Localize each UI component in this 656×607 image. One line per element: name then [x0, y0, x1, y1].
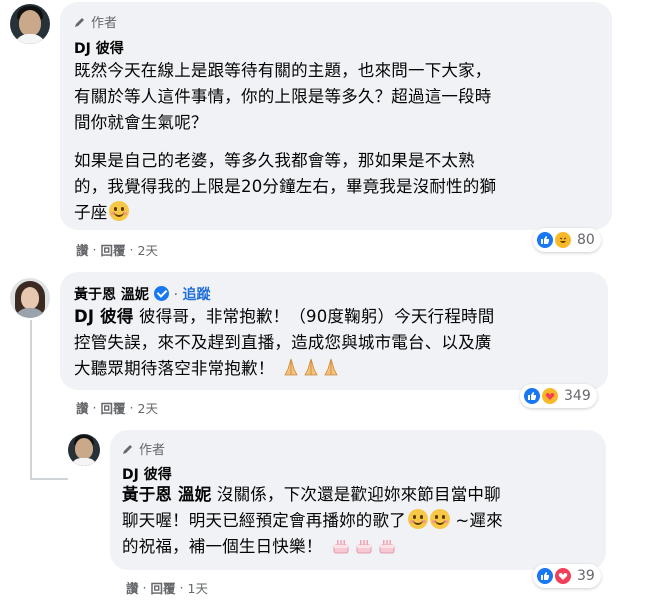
- reaction-count: 80: [577, 232, 595, 248]
- comment-bubble: 作者 DJ 彼得 黃于恩 溫妮 沒關係，下次還是歡迎妳來節目當中聊 聊天喔！明天…: [110, 430, 606, 570]
- comment-actions: 讚 · 回覆 · 1天: [126, 578, 208, 597]
- reaction-count: 39: [577, 568, 595, 584]
- grin-emoji-icon: [109, 201, 130, 221]
- cake-icon: [333, 540, 349, 554]
- comment-text: 既然今天在線上是跟等待有關的主題，也來問一下大家， 有關於等人這件事情，你的上限…: [74, 58, 604, 226]
- comment-actions: 讚 · 回覆 · 2天: [76, 240, 158, 259]
- comment-1: 作者 DJ 彼得 既然今天在線上是跟等待有關的主題，也來問一下大家， 有關於等人…: [0, 0, 656, 262]
- haha-icon: [553, 230, 573, 250]
- reaction-summary[interactable]: 349: [520, 384, 597, 408]
- comment-3-reply: 作者 DJ 彼得 黃于恩 溫妮 沒關係，下次還是歡迎妳來節目當中聊 聊天喔！明天…: [0, 428, 656, 607]
- mention-tag[interactable]: DJ 彼得: [74, 307, 134, 326]
- separator: ·: [129, 400, 134, 415]
- author-badge: 作者: [74, 12, 117, 31]
- pencil-icon: [123, 444, 132, 454]
- comment-line-last: 子座: [74, 200, 604, 226]
- reply-button[interactable]: 回覆: [151, 578, 176, 597]
- separator: ·: [142, 580, 147, 595]
- comment-line: 有關於等人這件事情，你的上限是等多久？超過這一段時: [74, 87, 492, 106]
- comment-line: 既然今天在線上是跟等待有關的主題，也來問一下大家，: [74, 61, 492, 80]
- author-badge-label: 作者: [91, 16, 118, 31]
- comment-text: 黃于恩 溫妮 沒關係，下次還是歡迎妳來節目當中聊 聊天喔！明天已經預定會再播妳的…: [122, 485, 503, 556]
- love-icon: [553, 566, 573, 586]
- commenter-name[interactable]: DJ 彼得: [74, 38, 124, 58]
- grin-emoji-icon: [429, 509, 450, 529]
- avatar-dj-peter[interactable]: [10, 4, 50, 44]
- timestamp[interactable]: 1天: [188, 578, 208, 597]
- like-button[interactable]: 讚: [126, 578, 139, 597]
- cake-icon: [379, 540, 395, 554]
- comment-line: 控管失誤，來不及趕到直播，造成您與城市電台、以及廣: [74, 333, 492, 352]
- avatar-winnie[interactable]: [10, 278, 50, 318]
- comment-line: 間你就會生氣呢？: [74, 113, 208, 132]
- pray-icon: [324, 358, 338, 376]
- comment-line: 的，我覺得我的上限是20分鐘左右，畢竟我是沒耐性的獅: [74, 177, 497, 196]
- care-icon: [540, 386, 560, 406]
- like-icon: [535, 566, 555, 586]
- author-badge: 作者: [122, 439, 165, 458]
- grin-emoji-icon: [407, 509, 428, 529]
- reaction-summary[interactable]: 80: [533, 228, 601, 252]
- pray-icon: [304, 358, 318, 376]
- like-button[interactable]: 讚: [76, 240, 89, 259]
- verified-icon: [153, 286, 169, 301]
- comment-text: DJ 彼得 彼得哥，非常抱歉！（90度鞠躬）今天行程時間 控管失誤，來不及趕到直…: [74, 304, 604, 382]
- commenter-name[interactable]: DJ 彼得: [122, 464, 172, 484]
- separator: ·: [92, 400, 97, 415]
- pray-icon: [284, 358, 298, 376]
- separator: ·: [129, 242, 134, 257]
- author-badge-label: 作者: [139, 443, 166, 458]
- avatar-dj-peter[interactable]: [68, 434, 100, 466]
- comment-2: 黃于恩 溫妮 · 追蹤 DJ 彼得 彼得哥，非常抱歉！（90度鞠躬）今天行程時間…: [0, 268, 656, 423]
- follow-button[interactable]: 追蹤: [183, 287, 211, 303]
- separator: ·: [92, 242, 97, 257]
- comment-line: 如果是自己的老婆，等多久我都會等，那如果是不太熟: [74, 151, 475, 170]
- like-icon: [522, 386, 542, 406]
- mention-tag[interactable]: 黃于恩 溫妮: [122, 485, 211, 504]
- separator: ·: [179, 580, 184, 595]
- commenter-name[interactable]: 黃于恩 溫妮: [74, 287, 149, 303]
- comment-bubble: 黃于恩 溫妮 · 追蹤 DJ 彼得 彼得哥，非常抱歉！（90度鞠躬）今天行程時間…: [60, 272, 608, 390]
- comment-actions: 讚 · 回覆 · 2天: [76, 398, 158, 417]
- pencil-icon: [75, 17, 84, 27]
- reply-button[interactable]: 回覆: [101, 240, 126, 259]
- like-button[interactable]: 讚: [76, 398, 89, 417]
- reaction-summary[interactable]: 39: [533, 564, 601, 588]
- commenter-name-row: 黃于恩 溫妮 · 追蹤: [74, 286, 211, 303]
- timestamp[interactable]: 2天: [138, 240, 158, 259]
- timestamp[interactable]: 2天: [138, 398, 158, 417]
- like-icon: [535, 230, 555, 250]
- cake-icon: [356, 540, 372, 554]
- reply-button[interactable]: 回覆: [101, 398, 126, 417]
- comment-bubble: 作者 DJ 彼得 既然今天在線上是跟等待有關的主題，也來問一下大家， 有關於等人…: [60, 2, 612, 230]
- reaction-count: 349: [564, 388, 591, 404]
